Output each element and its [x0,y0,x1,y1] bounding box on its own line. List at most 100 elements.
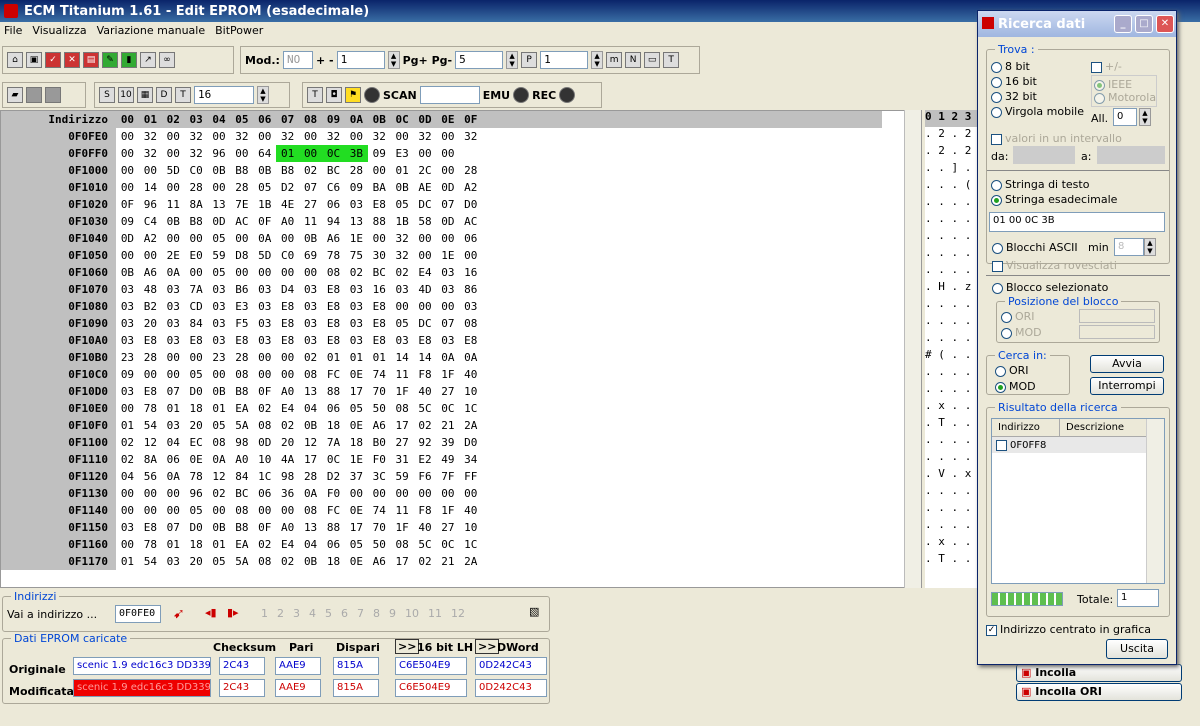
hex-byte[interactable]: 0D [436,179,459,196]
record-dot-icon[interactable] [364,87,380,103]
hex-byte[interactable]: F8 [414,366,437,383]
pos-ori-radio[interactable]: ORI [1001,310,1035,323]
hex-byte[interactable]: 32 [230,128,253,145]
hex-byte[interactable]: 0B [299,230,322,247]
hex-byte[interactable]: A6 [322,230,345,247]
hex-byte[interactable]: 03 [391,332,414,349]
hex-byte[interactable]: 31 [391,451,414,468]
hex-byte[interactable]: 02 [391,264,414,281]
hex-byte[interactable]: A2 [459,179,482,196]
hex-byte[interactable]: 1C [253,468,276,485]
rec-label[interactable]: REC [532,89,556,102]
hex-byte[interactable]: 08 [391,536,414,553]
hex-byte[interactable]: 01 [391,162,414,179]
emu-dot-icon[interactable] [513,87,530,103]
hex-byte[interactable]: 17 [345,383,368,400]
hex-byte[interactable]: 96 [185,485,208,502]
hex-byte[interactable]: D8 [230,247,253,264]
hex-byte[interactable]: 50 [368,536,391,553]
hex-byte[interactable]: 0A [162,264,185,281]
hex-byte[interactable]: 05 [253,179,276,196]
hex-byte[interactable]: 92 [414,434,437,451]
prev-page-icon[interactable]: ◂▮ [205,606,217,619]
hex-byte[interactable]: 28 [299,468,322,485]
hex-byte[interactable]: 01 [322,349,345,366]
hex-byte[interactable]: 00 [368,162,391,179]
hex-byte[interactable]: 0F [253,383,276,400]
hex-byte[interactable]: B0 [368,434,391,451]
hex-byte[interactable]: E8 [368,332,391,349]
maximize-button[interactable]: □ [1135,15,1153,33]
hex-byte[interactable]: 1C [459,536,482,553]
save-icon[interactable] [26,87,42,103]
hex-byte[interactable]: 0B [162,213,185,230]
hex-byte[interactable]: 0C [436,400,459,417]
hex-byte[interactable]: F6 [414,468,437,485]
hex-byte[interactable]: E8 [414,332,437,349]
hex-byte[interactable]: 54 [139,553,162,570]
hex-byte[interactable]: 5C [414,536,437,553]
hex-byte[interactable]: E2 [414,451,437,468]
hex-byte[interactable]: 03 [116,298,139,315]
radio-32bit[interactable]: 32 bit [991,90,1037,103]
hex-byte[interactable]: 84 [230,468,253,485]
hex-byte[interactable]: 70 [368,519,391,536]
hex-byte[interactable]: 00 [414,247,437,264]
uscita-button[interactable]: Uscita [1106,639,1168,659]
hex-byte[interactable]: 00 [116,162,139,179]
pen-icon[interactable]: ✎ [102,52,118,68]
hex-byte[interactable]: 78 [322,247,345,264]
hex-byte[interactable]: 04 [162,434,185,451]
hex-byte[interactable]: 00 [139,485,162,502]
hex-byte[interactable]: 18 [322,553,345,570]
all-field[interactable]: 0 [1113,108,1137,126]
dword-expand-button[interactable]: >> [475,639,500,654]
terminal-icon[interactable]: T [307,87,323,103]
battery-icon[interactable]: ▮ [121,52,137,68]
hex-byte[interactable]: 10 [253,451,276,468]
hex-byte[interactable]: 00 [253,502,276,519]
hex-byte[interactable]: 06 [459,230,482,247]
hex-byte[interactable]: 00 [208,128,231,145]
page-button[interactable]: 5 [325,607,332,620]
hex-byte[interactable]: 00 [436,145,459,162]
hex-byte[interactable]: 1E [345,451,368,468]
hex-byte[interactable]: 08 [322,264,345,281]
hex-byte[interactable]: B8 [230,383,253,400]
hex-byte[interactable]: 88 [322,519,345,536]
copy-icon[interactable]: ▣ [26,52,42,68]
hex-byte[interactable]: 03 [116,332,139,349]
hex-byte[interactable]: F0 [322,485,345,502]
hex-byte[interactable]: 00 [391,128,414,145]
col-indirizzo[interactable]: Indirizzo [992,419,1060,436]
hex-byte[interactable]: 04 [299,536,322,553]
hex-byte[interactable]: 8A [185,196,208,213]
hex-byte[interactable]: 07 [436,315,459,332]
hex-byte[interactable]: 0B [391,179,414,196]
hex-byte[interactable]: 21 [436,417,459,434]
hex-byte[interactable]: 00 [436,162,459,179]
hex-byte[interactable]: 00 [414,230,437,247]
disk-icon[interactable] [45,87,61,103]
grid-icon[interactable]: ▦ [137,87,153,103]
hex-byte[interactable]: 0A [253,230,276,247]
hex-byte[interactable]: 0D [253,434,276,451]
radio-stringa-esa[interactable]: Stringa esadecimale [991,193,1117,206]
hex-byte[interactable]: 07 [436,196,459,213]
hex-byte[interactable]: 56 [139,468,162,485]
lh-expand-button[interactable]: >> [395,639,420,654]
pg-spinner[interactable]: ▲ ▼ [506,51,519,69]
hex-byte[interactable]: 0B [253,162,276,179]
hex-byte[interactable]: F8 [414,502,437,519]
hex-byte[interactable]: 96 [208,145,231,162]
hex-byte[interactable]: 00 [436,128,459,145]
a-field[interactable] [1097,146,1165,164]
hex-byte[interactable]: 1F [436,366,459,383]
hex-byte[interactable]: 00 [230,145,253,162]
hex-byte[interactable]: 05 [345,536,368,553]
hex-byte[interactable]: 32 [185,128,208,145]
hex-byte[interactable]: 03 [345,298,368,315]
hex-byte[interactable]: 32 [414,128,437,145]
page-button[interactable]: 1 [261,607,268,620]
hex-byte[interactable]: 06 [322,400,345,417]
